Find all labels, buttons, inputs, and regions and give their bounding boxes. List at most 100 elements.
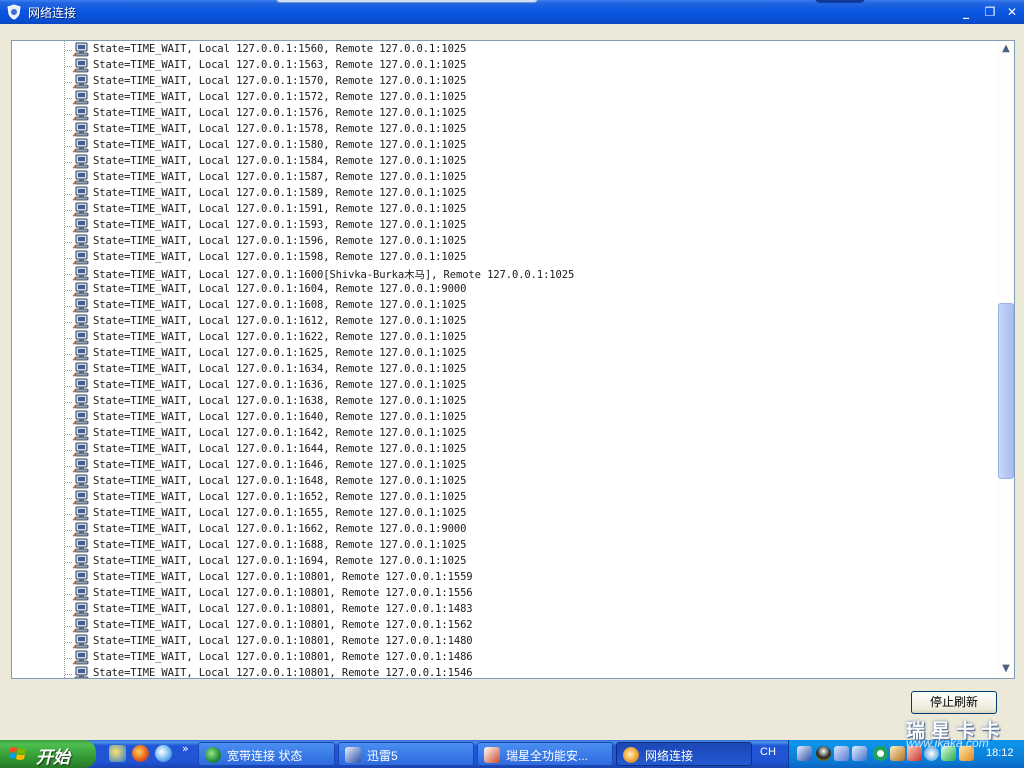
- restore-button[interactable]: ❐: [982, 5, 998, 19]
- connection-row[interactable]: State=TIME_WAIT, Local 127.0.0.1:1608, R…: [12, 298, 992, 314]
- connection-row[interactable]: State=TIME_WAIT, Local 127.0.0.1:1604, R…: [12, 282, 992, 298]
- scroll-thumb[interactable]: [998, 303, 1014, 479]
- connection-row[interactable]: State=TIME_WAIT, Local 127.0.0.1:1644, R…: [12, 442, 992, 458]
- connection-row[interactable]: State=TIME_WAIT, Local 127.0.0.1:1578, R…: [12, 122, 992, 138]
- qq-penguin-icon[interactable]: [816, 746, 831, 761]
- connection-row-text: State=TIME_WAIT, Local 127.0.0.1:1622, R…: [93, 331, 467, 343]
- taskbar: 开始 » 宽带连接 状态 迅雷5 瑞星全功能安... 网络连接 CH 18:12…: [0, 721, 1024, 768]
- connection-row[interactable]: State=TIME_WAIT, Local 127.0.0.1:1646, R…: [12, 458, 992, 474]
- connection-row[interactable]: State=TIME_WAIT, Local 127.0.0.1:1587, R…: [12, 170, 992, 186]
- task-network-connections[interactable]: 网络连接: [616, 742, 752, 766]
- network-computer-icon: [72, 458, 89, 473]
- minimize-button[interactable]: _: [958, 5, 974, 19]
- connection-row-text: State=TIME_WAIT, Local 127.0.0.1:10801, …: [93, 619, 473, 631]
- network-computer-icon: [72, 234, 89, 249]
- connection-row[interactable]: State=TIME_WAIT, Local 127.0.0.1:1634, R…: [12, 362, 992, 378]
- vertical-scrollbar[interactable]: ▲ ▼: [997, 41, 1014, 678]
- connection-row-text: State=TIME_WAIT, Local 127.0.0.1:1694, R…: [93, 555, 467, 567]
- thunder-icon: [345, 747, 361, 763]
- network-disconnected-icon[interactable]: [834, 746, 849, 761]
- network-computer-icon: [72, 106, 89, 121]
- firefox-icon[interactable]: [132, 745, 149, 762]
- connection-row[interactable]: State=TIME_WAIT, Local 127.0.0.1:1600[Sh…: [12, 266, 992, 282]
- connection-row[interactable]: State=TIME_WAIT, Local 127.0.0.1:1694, R…: [12, 554, 992, 570]
- network-computer-icon: [72, 74, 89, 89]
- connection-row-text: State=TIME_WAIT, Local 127.0.0.1:1589, R…: [93, 187, 467, 199]
- connection-row-text: State=TIME_WAIT, Local 127.0.0.1:1596, R…: [93, 235, 467, 247]
- connection-row[interactable]: State=TIME_WAIT, Local 127.0.0.1:1598, R…: [12, 250, 992, 266]
- connection-row-text: State=TIME_WAIT, Local 127.0.0.1:1608, R…: [93, 299, 467, 311]
- connection-row[interactable]: State=TIME_WAIT, Local 127.0.0.1:1593, R…: [12, 218, 992, 234]
- connection-row[interactable]: State=TIME_WAIT, Local 127.0.0.1:1584, R…: [12, 154, 992, 170]
- connection-row[interactable]: State=TIME_WAIT, Local 127.0.0.1:1655, R…: [12, 506, 992, 522]
- connection-row-text: State=TIME_WAIT, Local 127.0.0.1:1612, R…: [93, 315, 467, 327]
- network-computer-icon: [72, 506, 89, 521]
- connection-row[interactable]: State=TIME_WAIT, Local 127.0.0.1:1563, R…: [12, 58, 992, 74]
- connection-row-text: State=TIME_WAIT, Local 127.0.0.1:1625, R…: [93, 347, 467, 359]
- network-computer-icon: [74, 666, 89, 678]
- connection-row[interactable]: State=TIME_WAIT, Local 127.0.0.1:1688, R…: [12, 538, 992, 554]
- connection-row[interactable]: State=TIME_WAIT, Local 127.0.0.1:1572, R…: [12, 90, 992, 106]
- network-computer-icon: [72, 554, 89, 569]
- connection-row[interactable]: State=TIME_WAIT, Local 127.0.0.1:1652, R…: [12, 490, 992, 506]
- connection-row[interactable]: State=TIME_WAIT, Local 127.0.0.1:1612, R…: [12, 314, 992, 330]
- connection-row-text: State=TIME_WAIT, Local 127.0.0.1:1563, R…: [93, 59, 467, 71]
- title-bar[interactable]: 网络连接 _ ❐ ✕: [0, 0, 1024, 24]
- start-button[interactable]: 开始: [0, 740, 96, 768]
- connection-row-text: State=TIME_WAIT, Local 127.0.0.1:1600[Sh…: [93, 269, 575, 281]
- connection-row[interactable]: State=TIME_WAIT, Local 127.0.0.1:10801, …: [12, 634, 992, 650]
- connection-row[interactable]: State=TIME_WAIT, Local 127.0.0.1:1642, R…: [12, 426, 992, 442]
- connection-row[interactable]: State=TIME_WAIT, Local 127.0.0.1:1589, R…: [12, 186, 992, 202]
- task-rising-antivirus[interactable]: 瑞星全功能安...: [477, 742, 613, 766]
- clock[interactable]: 18:12: [986, 747, 1014, 759]
- connection-row-text: State=TIME_WAIT, Local 127.0.0.1:1655, R…: [93, 507, 467, 519]
- scroll-down-arrow-icon[interactable]: ▼: [997, 661, 1014, 677]
- green-p-icon[interactable]: [873, 746, 888, 761]
- window-client: State=TIME_WAIT, Local 127.0.0.1:1560, R…: [0, 24, 1024, 740]
- connection-row[interactable]: State=TIME_WAIT, Local 127.0.0.1:1560, R…: [12, 42, 992, 58]
- messenger-icon[interactable]: [155, 745, 172, 762]
- connection-tree[interactable]: State=TIME_WAIT, Local 127.0.0.1:1560, R…: [11, 40, 1015, 679]
- task-label: 网络连接: [645, 749, 694, 763]
- connection-row[interactable]: State=TIME_WAIT, Local 127.0.0.1:10801, …: [12, 666, 992, 678]
- app-tray-icon[interactable]: [890, 746, 905, 761]
- connection-row-text: State=TIME_WAIT, Local 127.0.0.1:10801, …: [93, 587, 473, 599]
- connection-row[interactable]: State=TIME_WAIT, Local 127.0.0.1:1580, R…: [12, 138, 992, 154]
- network-computer-icon: [72, 634, 89, 649]
- network-computer-icon: [72, 282, 89, 297]
- connection-row[interactable]: State=TIME_WAIT, Local 127.0.0.1:10801, …: [12, 570, 992, 586]
- quicklaunch-more-icon[interactable]: »: [182, 742, 189, 755]
- connection-row[interactable]: State=TIME_WAIT, Local 127.0.0.1:1648, R…: [12, 474, 992, 490]
- connection-row[interactable]: State=TIME_WAIT, Local 127.0.0.1:10801, …: [12, 650, 992, 666]
- title-decoration: [815, 0, 865, 3]
- show-desktop-icon[interactable]: [109, 745, 126, 762]
- connection-row[interactable]: State=TIME_WAIT, Local 127.0.0.1:10801, …: [12, 602, 992, 618]
- connection-row[interactable]: State=TIME_WAIT, Local 127.0.0.1:1570, R…: [12, 74, 992, 90]
- network-computer-icon: [72, 602, 89, 617]
- network-computer-icon: [72, 538, 89, 553]
- task-thunder[interactable]: 迅雷5: [338, 742, 474, 766]
- task-broadband-status[interactable]: 宽带连接 状态: [198, 742, 335, 766]
- connection-row[interactable]: State=TIME_WAIT, Local 127.0.0.1:1596, R…: [12, 234, 992, 250]
- thunder-tray-icon[interactable]: [797, 746, 812, 761]
- scroll-up-arrow-icon[interactable]: ▲: [997, 41, 1014, 57]
- network-computer-icon: [72, 618, 89, 633]
- start-label: 开始: [36, 748, 70, 767]
- network-computer-icon: [72, 426, 89, 441]
- connection-row[interactable]: State=TIME_WAIT, Local 127.0.0.1:10801, …: [12, 618, 992, 634]
- connection-row[interactable]: State=TIME_WAIT, Local 127.0.0.1:1622, R…: [12, 330, 992, 346]
- connection-row-text: State=TIME_WAIT, Local 127.0.0.1:1640, R…: [93, 411, 467, 423]
- connection-row[interactable]: State=TIME_WAIT, Local 127.0.0.1:1638, R…: [12, 394, 992, 410]
- connection-row[interactable]: State=TIME_WAIT, Local 127.0.0.1:1576, R…: [12, 106, 992, 122]
- close-button[interactable]: ✕: [1004, 5, 1020, 19]
- connection-row[interactable]: State=TIME_WAIT, Local 127.0.0.1:1625, R…: [12, 346, 992, 362]
- connection-row[interactable]: State=TIME_WAIT, Local 127.0.0.1:1591, R…: [12, 202, 992, 218]
- connection-row[interactable]: State=TIME_WAIT, Local 127.0.0.1:1640, R…: [12, 410, 992, 426]
- network-connection-icon[interactable]: [852, 746, 867, 761]
- connection-row[interactable]: State=TIME_WAIT, Local 127.0.0.1:1662, R…: [12, 522, 992, 538]
- connection-row[interactable]: State=TIME_WAIT, Local 127.0.0.1:10801, …: [12, 586, 992, 602]
- language-indicator[interactable]: CH: [760, 746, 776, 758]
- connection-row[interactable]: State=TIME_WAIT, Local 127.0.0.1:1636, R…: [12, 378, 992, 394]
- network-computer-icon: [72, 170, 89, 185]
- stop-refresh-button[interactable]: 停止刷新: [911, 691, 997, 714]
